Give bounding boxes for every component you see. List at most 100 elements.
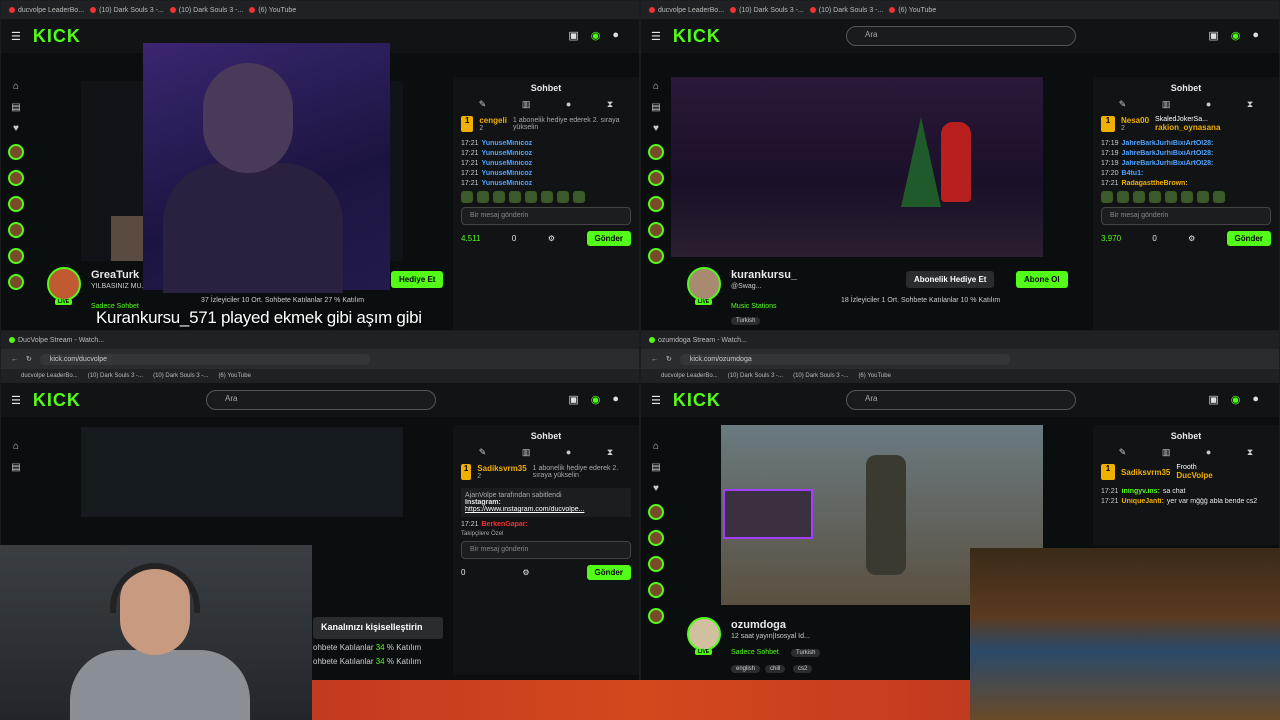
sidebar-avatar[interactable]	[648, 556, 664, 572]
bubble-icon[interactable]: ●	[566, 99, 571, 110]
sidebar-avatar[interactable]	[648, 144, 664, 160]
url-field[interactable]: kick.com/ozumdoga	[679, 353, 1010, 365]
gifter-3[interactable]: DucVolpe	[1176, 471, 1212, 480]
emote-icon[interactable]	[1149, 191, 1161, 203]
reload-icon[interactable]: ↻	[26, 355, 32, 363]
sidebar-avatar[interactable]	[8, 274, 24, 290]
menu-icon[interactable]: ☰	[651, 394, 661, 407]
pin-icon[interactable]: ✎	[479, 99, 487, 110]
sidebar-avatar[interactable]	[8, 196, 24, 212]
tag-pill[interactable]: cs2	[793, 665, 813, 673]
points-balance[interactable]: 4.511	[461, 234, 480, 243]
sidebar-avatar[interactable]	[648, 530, 664, 546]
hourglass-icon[interactable]: ⧗	[1247, 99, 1253, 110]
kick-coin-icon[interactable]: ◉	[1231, 393, 1241, 406]
msg-user[interactable]: YunuseMinicoz	[482, 160, 533, 167]
url-field[interactable]: kick.com/ducvolpe	[39, 353, 370, 365]
browse-icon[interactable]: ▤	[11, 462, 20, 473]
emote-icon[interactable]	[1133, 191, 1145, 203]
kick-logo[interactable]: KICK	[673, 390, 721, 411]
back-icon[interactable]: ←	[651, 356, 658, 363]
msg-user[interactable]: YunuseMinicoz	[482, 150, 533, 157]
bookmark-item[interactable]: (10) Dark Souls 3 -...	[90, 7, 164, 14]
bookmark-item[interactable]: (6) YouTube	[858, 373, 890, 379]
settings-icon[interactable]: ⚙	[548, 234, 555, 243]
browse-icon[interactable]: ▤	[11, 102, 20, 113]
sidebar-avatar[interactable]	[8, 248, 24, 264]
customize-channel-button[interactable]: Kanalınızı kişiselleştirin	[313, 617, 443, 639]
bookmark-item[interactable]: (10) Dark Souls 3 -...	[153, 373, 208, 379]
home-icon[interactable]: ⌂	[653, 81, 659, 92]
emote-icon[interactable]	[1181, 191, 1193, 203]
bookmark-item[interactable]: (10) Dark Souls 3 -...	[793, 373, 848, 379]
gifter-name[interactable]: Sadiksvrm35	[477, 464, 526, 473]
profile-icon[interactable]: ●	[1252, 29, 1259, 42]
category-link[interactable]: Sadece Sohbet	[731, 649, 779, 656]
msg-user[interactable]: BerkenGapar:	[482, 521, 528, 528]
msg-user[interactable]: UniqueJanti:	[1122, 498, 1164, 505]
tag-pill[interactable]: chill	[765, 665, 786, 673]
send-button[interactable]: Gönder	[1226, 231, 1271, 246]
emote-icon[interactable]	[573, 191, 585, 203]
profile-icon[interactable]: ●	[612, 29, 619, 42]
pin-icon[interactable]: ✎	[1119, 447, 1127, 458]
send-button[interactable]: Gönder	[586, 231, 631, 246]
profile-icon[interactable]: ●	[1252, 393, 1259, 406]
chat-input[interactable]: Bir mesaj gönderin	[461, 207, 631, 225]
home-icon[interactable]: ⌂	[13, 441, 19, 452]
kick-logo[interactable]: KICK	[673, 26, 721, 47]
bookmark-item[interactable]: (6) YouTube	[218, 373, 250, 379]
tag-pill[interactable]: Turkish	[791, 649, 821, 657]
gift-icon[interactable]: ▣	[568, 29, 578, 42]
home-icon[interactable]: ⌂	[13, 81, 19, 92]
gifter-name[interactable]: Sadiksvrm35	[1121, 468, 1170, 477]
menu-icon[interactable]: ☰	[651, 30, 661, 43]
sidebar-avatar[interactable]	[648, 196, 664, 212]
gift-icon[interactable]: ▣	[568, 393, 578, 406]
emote-icon[interactable]	[1213, 191, 1225, 203]
sidebar-avatar[interactable]	[8, 222, 24, 238]
bookmark-item[interactable]: (10) Dark Souls 3 -...	[88, 373, 143, 379]
menu-icon[interactable]: ☰	[11, 30, 21, 43]
browser-tab[interactable]: ozumdoga Stream - Watch...	[649, 337, 747, 344]
send-button[interactable]: Gönder	[586, 565, 631, 580]
sidebar-avatar[interactable]	[648, 608, 664, 624]
gifter-3[interactable]: rakion_oynasana	[1155, 123, 1220, 132]
bookmark-item[interactable]: (6) YouTube	[249, 7, 296, 14]
kick-coin-icon[interactable]: ◉	[1231, 29, 1241, 42]
kick-logo[interactable]: KICK	[33, 26, 81, 47]
video-player[interactable]	[671, 77, 1043, 257]
emote-icon[interactable]	[525, 191, 537, 203]
emote-icon[interactable]	[541, 191, 553, 203]
gifter-name[interactable]: cengeli	[479, 116, 507, 125]
streamer-avatar[interactable]	[47, 267, 81, 301]
msg-user[interactable]: RadagasttheBrown:	[1122, 180, 1188, 187]
msg-user[interactable]: YunuseMinicoz	[482, 170, 533, 177]
msg-user[interactable]: JahreBarkJurhiBixiArtOl28:	[1122, 150, 1214, 157]
emote-icon[interactable]	[1101, 191, 1113, 203]
trash-icon[interactable]: ▥	[522, 99, 531, 110]
gifter-2[interactable]: Frooth	[1176, 464, 1212, 471]
bookmark-item[interactable]: (6) YouTube	[889, 7, 936, 14]
emote-icon[interactable]	[509, 191, 521, 203]
kick-coin-icon[interactable]: ◉	[591, 393, 601, 406]
sidebar-avatar[interactable]	[8, 170, 24, 186]
gift-icon[interactable]: ▣	[1208, 393, 1218, 406]
msg-user[interactable]: JahreBarkJurhiBixiArtOl28:	[1122, 140, 1214, 147]
emote-icon[interactable]	[477, 191, 489, 203]
msg-user[interactable]: JahreBarkJurhiBixiArtOl28:	[1122, 160, 1214, 167]
profile-icon[interactable]: ●	[612, 393, 619, 406]
trash-icon[interactable]: ▥	[522, 447, 531, 458]
streamer-name[interactable]: kurankursu_	[731, 269, 797, 281]
emote-icon[interactable]	[557, 191, 569, 203]
category-link[interactable]: Music Stations	[731, 303, 777, 310]
browser-tab[interactable]: DucVolpe Stream - Watch...	[9, 337, 104, 344]
sidebar-avatar[interactable]	[8, 144, 24, 160]
bookmark-item[interactable]: (10) Dark Souls 3 -...	[809, 7, 883, 14]
msg-user[interactable]: B4tu1:	[1122, 170, 1144, 177]
bookmark-item[interactable]: (10) Dark Souls 3 -...	[730, 7, 804, 14]
sidebar-avatar[interactable]	[648, 582, 664, 598]
reload-icon[interactable]: ↻	[666, 355, 672, 363]
menu-icon[interactable]: ☰	[11, 394, 21, 407]
search-input[interactable]: Ara	[846, 390, 1076, 410]
